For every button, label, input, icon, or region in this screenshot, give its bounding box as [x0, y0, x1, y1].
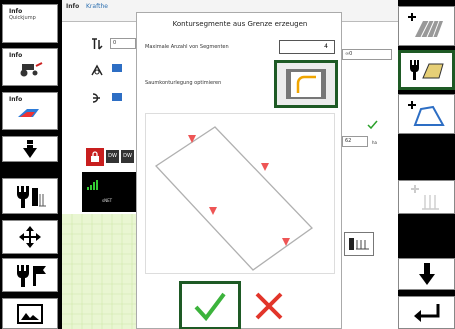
area-unit: ha: [372, 140, 377, 145]
checkmark-icon: [366, 116, 378, 130]
wrench-implement-icon: [17, 186, 46, 208]
tool-width-icon: [90, 36, 104, 50]
bg-field-1[interactable]: 0: [110, 38, 136, 49]
dialog-title: Kontursegmente aus Grenze erzeugen: [172, 20, 308, 28]
max-segments-input[interactable]: 4: [279, 40, 335, 54]
implement-boundary-icon: [409, 60, 444, 80]
move-arrows-icon: [19, 226, 41, 248]
area-value-field: 62: [342, 136, 368, 147]
gps-status-panel: sNET: [82, 172, 136, 212]
area-value: 62: [345, 138, 352, 144]
return-arrow-icon: [413, 303, 439, 322]
header-info-label: Info: [66, 3, 80, 10]
optimize-toggle-frame: [286, 69, 326, 99]
arrow-down-right-button[interactable]: [398, 258, 455, 290]
empty-slot-2: [398, 218, 455, 254]
cancel-button[interactable]: [245, 281, 293, 329]
segment-marker: [261, 163, 269, 171]
implement-info-button[interactable]: Info: [2, 92, 58, 130]
screen: Info Krafthe 0 ∞0 62 ha DW DW sNET Info …: [0, 0, 455, 329]
segment-preview: [145, 113, 335, 274]
segment-marker: [209, 207, 217, 215]
confirm-button[interactable]: [179, 281, 241, 329]
back-button[interactable]: [398, 296, 455, 329]
map-view-button[interactable]: [2, 298, 58, 329]
wrench-flag-icon: [17, 265, 46, 287]
arrow-down-icon: [418, 263, 435, 285]
arrow-down-icon: [23, 140, 37, 158]
tractor-info-button[interactable]: Info: [2, 48, 58, 86]
add-implement-button[interactable]: [398, 180, 455, 214]
close-icon: [255, 292, 283, 319]
segment-marker: [188, 135, 196, 143]
blue-indicator-1: [112, 64, 122, 72]
max-segments-label: Maximale Anzahl von Segmenten: [145, 44, 229, 50]
quickjump-button[interactable]: Info Quickjump: [2, 4, 58, 43]
implement-icon: [15, 105, 45, 125]
lock-icon: [86, 148, 104, 166]
blue-indicator-2: [112, 93, 122, 101]
header-title: Krafthe: [86, 3, 108, 10]
add-field-icon: [407, 13, 443, 38]
map-view-icon: [17, 303, 43, 324]
wrench-flag-button[interactable]: [2, 258, 58, 292]
arrow-down-button[interactable]: [2, 136, 58, 162]
implement-small-button[interactable]: [344, 232, 374, 256]
corner-curve-icon: [296, 75, 316, 93]
quickjump-sub-label: Quickjump: [9, 15, 36, 21]
add-boundary-icon: [407, 101, 445, 126]
dw-badge-2: DW: [121, 150, 134, 163]
bg-field-2[interactable]: ∞0: [342, 49, 392, 60]
tractor-icon: [16, 61, 44, 81]
implement-boundary-button[interactable]: [398, 50, 455, 90]
dw-badge: DW: [106, 150, 119, 163]
gps-signal-label: sNET: [102, 198, 113, 203]
wrench-implement-button[interactable]: [2, 178, 58, 214]
signal-bars-icon: [86, 176, 100, 190]
angle-icon: [90, 62, 104, 76]
checkmark-icon: [194, 292, 226, 321]
quickjump-info-label: Info: [9, 8, 23, 15]
boundary-polygon: [155, 126, 313, 271]
empty-slot-1: [398, 138, 455, 176]
optimize-label: Saumkonturlegung optimieren: [145, 80, 222, 86]
add-field-button[interactable]: [398, 6, 455, 46]
optimize-toggle-face: [291, 71, 321, 97]
move-button[interactable]: [2, 220, 58, 254]
add-boundary-button[interactable]: [398, 94, 455, 134]
implement-info-label: Info: [9, 96, 23, 103]
curve-icon: [90, 90, 104, 104]
tractor-info-label: Info: [9, 52, 23, 59]
optimize-toggle-button[interactable]: [274, 60, 338, 108]
add-implement-icon: [410, 185, 439, 210]
contour-segments-dialog: Kontursegmente aus Grenze erzeugen Maxim…: [136, 12, 342, 329]
